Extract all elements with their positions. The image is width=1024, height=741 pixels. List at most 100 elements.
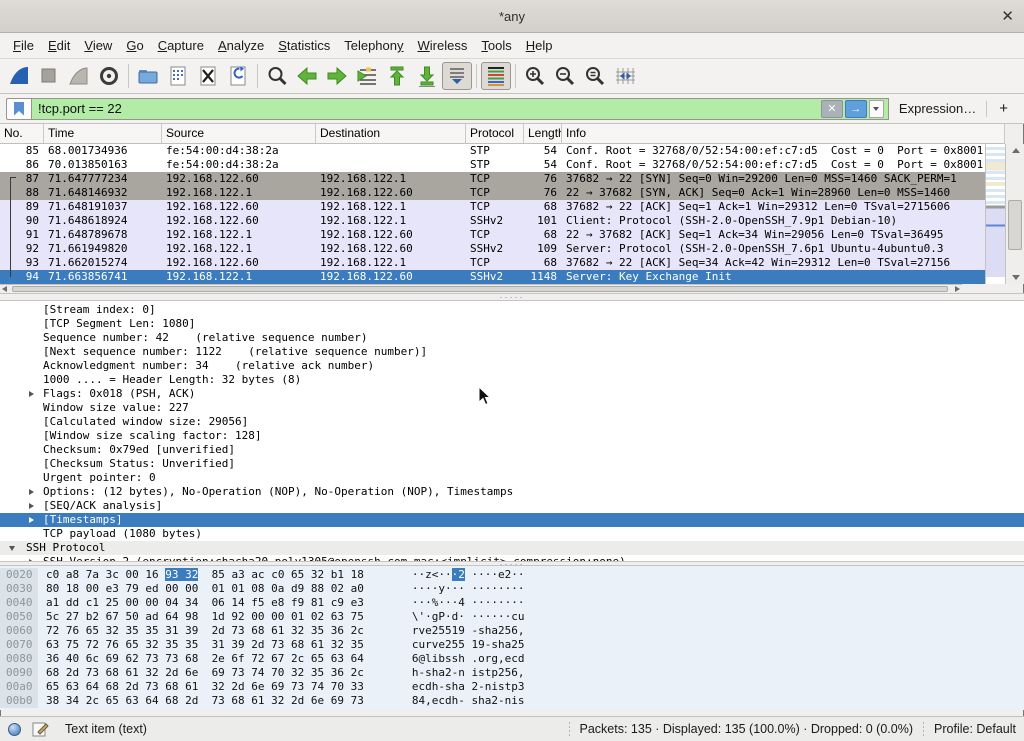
menu-capture[interactable]: Capture <box>151 33 211 59</box>
column-header-destination[interactable]: Destination <box>316 124 466 143</box>
expander-expanded-icon[interactable] <box>9 546 15 551</box>
expander-collapsed-icon[interactable] <box>29 489 34 495</box>
pane-splitter[interactable]: ····· <box>0 293 1024 301</box>
detail-line[interactable]: [Stream index: 0] <box>0 303 1024 317</box>
detail-line-options[interactable]: Options: (12 bytes), No-Operation (NOP),… <box>0 485 1024 499</box>
start-capture-button[interactable] <box>4 62 34 90</box>
packet-row[interactable]: 9171.648789678192.168.122.1192.168.122.6… <box>0 228 985 242</box>
zoom-out-button[interactable] <box>550 62 580 90</box>
close-icon[interactable]: ✕ <box>1001 0 1014 33</box>
packet-list-vscrollbar[interactable] <box>1005 144 1024 284</box>
scroll-right-icon[interactable] <box>955 286 960 292</box>
detail-line[interactable]: Window size value: 227 <box>0 401 1024 415</box>
menu-wireless[interactable]: Wireless <box>411 33 475 59</box>
packet-list-hscrollbar[interactable] <box>0 284 962 293</box>
menu-analyze[interactable]: Analyze <box>211 33 271 59</box>
go-to-packet-button[interactable] <box>352 62 382 90</box>
hex-row[interactable]: 00b038 34 2c 65 63 64 68 2d 73 68 61 32 … <box>0 694 1024 708</box>
hex-row[interactable]: 00a065 63 64 68 2d 73 68 61 32 2d 6e 69 … <box>0 680 1024 694</box>
column-header-length[interactable]: Length <box>524 124 562 143</box>
filter-apply-button[interactable]: → <box>845 100 867 118</box>
detail-line[interactable]: [TCP Segment Len: 1080] <box>0 317 1024 331</box>
go-back-button[interactable] <box>292 62 322 90</box>
menu-edit[interactable]: Edit <box>41 33 77 59</box>
column-header-source[interactable]: Source <box>162 124 316 143</box>
hex-row[interactable]: 00505c 27 b2 67 50 ad 64 98 1d 92 00 00 … <box>0 610 1024 624</box>
detail-line[interactable]: Urgent pointer: 0 <box>0 471 1024 485</box>
expert-info-icon[interactable] <box>8 723 21 736</box>
find-packet-button[interactable] <box>262 62 292 90</box>
zoom-reset-button[interactable] <box>580 62 610 90</box>
packet-map-scrollbar[interactable] <box>985 144 1005 284</box>
stop-capture-button[interactable] <box>34 62 64 90</box>
detail-line[interactable]: 1000 .... = Header Length: 32 bytes (8) <box>0 373 1024 387</box>
scroll-down-icon[interactable] <box>1012 275 1020 280</box>
detail-line[interactable]: [Next sequence number: 1122 (relative se… <box>0 345 1024 359</box>
go-to-top-button[interactable] <box>382 62 412 90</box>
filter-bookmark-button[interactable] <box>6 98 31 120</box>
hscrollbar-thumb[interactable] <box>12 286 948 292</box>
expression-button[interactable]: Expression… <box>889 101 986 116</box>
column-header-protocol[interactable]: Protocol <box>466 124 524 143</box>
vscrollbar-thumb[interactable] <box>1008 200 1022 250</box>
open-file-button[interactable] <box>133 62 163 90</box>
restart-capture-button[interactable] <box>64 62 94 90</box>
packet-row[interactable]: 8568.001734936fe:54:00:d4:38:2aSTP54Conf… <box>0 144 985 158</box>
save-file-button[interactable] <box>163 62 193 90</box>
packet-row[interactable]: 9271.661949820192.168.122.1192.168.122.6… <box>0 242 985 256</box>
zoom-in-button[interactable] <box>520 62 550 90</box>
filter-clear-button[interactable]: ✕ <box>821 100 843 118</box>
column-header-time[interactable]: Time <box>44 124 162 143</box>
packet-row[interactable]: 8871.648146932192.168.122.1192.168.122.6… <box>0 186 985 200</box>
detail-line[interactable]: Sequence number: 42 (relative sequence n… <box>0 331 1024 345</box>
detail-line[interactable]: [Checksum Status: Unverified] <box>0 457 1024 471</box>
detail-line-seqack[interactable]: [SEQ/ACK analysis] <box>0 499 1024 513</box>
hex-row[interactable]: 008036 40 6c 69 62 73 73 68 2e 6f 72 67 … <box>0 652 1024 666</box>
menu-tools[interactable]: Tools <box>474 33 518 59</box>
colorize-toggle[interactable] <box>481 62 511 90</box>
packet-row[interactable]: 8971.648191037192.168.122.60192.168.122.… <box>0 200 985 214</box>
menu-view[interactable]: View <box>77 33 119 59</box>
go-forward-button[interactable] <box>322 62 352 90</box>
capture-options-button[interactable] <box>94 62 124 90</box>
filter-add-button[interactable]: + <box>987 100 1018 117</box>
go-to-bottom-button[interactable] <box>412 62 442 90</box>
title-bar[interactable]: *any ✕ <box>0 0 1024 33</box>
packet-row[interactable]: 8771.647777234192.168.122.60192.168.122.… <box>0 172 985 186</box>
menu-file[interactable]: File <box>6 33 41 59</box>
detail-line-timestamps-selected[interactable]: [Timestamps] <box>0 513 1024 527</box>
profile-text[interactable]: Profile: Default <box>934 722 1016 736</box>
detail-line-ssh-protocol[interactable]: SSH Protocol <box>0 541 1024 555</box>
detail-line[interactable]: [Calculated window size: 29056] <box>0 415 1024 429</box>
detail-line[interactable]: Checksum: 0x79ed [unverified] <box>0 443 1024 457</box>
menu-help[interactable]: Help <box>519 33 560 59</box>
hex-row[interactable]: 0020c0 a8 7a 3c 00 16 93 32 85 a3 ac c0 … <box>0 568 1024 582</box>
packet-row[interactable]: 9071.648618924192.168.122.60192.168.122.… <box>0 214 985 228</box>
detail-line-flags[interactable]: Flags: 0x018 (PSH, ACK) <box>0 387 1024 401</box>
expander-collapsed-icon[interactable] <box>29 517 34 523</box>
close-file-button[interactable] <box>193 62 223 90</box>
detail-line[interactable]: Acknowledgment number: 34 (relative ack … <box>0 359 1024 373</box>
menu-go[interactable]: Go <box>119 33 150 59</box>
hex-row[interactable]: 009068 2d 73 68 61 32 2d 6e 69 73 74 70 … <box>0 666 1024 680</box>
menu-statistics[interactable]: Statistics <box>271 33 337 59</box>
scroll-up-icon[interactable] <box>1012 148 1020 153</box>
expander-collapsed-icon[interactable] <box>29 391 34 397</box>
menu-telephony[interactable]: Telephony <box>337 33 410 59</box>
scroll-left-icon[interactable] <box>2 286 7 292</box>
packet-row-selected[interactable]: 9471.663856741192.168.122.1192.168.122.6… <box>0 270 985 284</box>
filter-dropdown-button[interactable] <box>869 100 884 118</box>
hex-row[interactable]: 0040a1 dd c1 25 00 00 04 34 06 14 f5 e8 … <box>0 596 1024 610</box>
packet-row[interactable]: 8670.013850163fe:54:00:d4:38:2aSTP54Conf… <box>0 158 985 172</box>
hex-row[interactable]: 003080 18 00 e3 79 ed 00 00 01 01 08 0a … <box>0 582 1024 596</box>
detail-line[interactable]: [Window size scaling factor: 128] <box>0 429 1024 443</box>
reload-file-button[interactable] <box>223 62 253 90</box>
detail-line[interactable]: TCP payload (1080 bytes) <box>0 527 1024 541</box>
auto-scroll-toggle[interactable] <box>442 62 472 90</box>
hex-row[interactable]: 006072 76 65 32 35 35 31 39 2d 73 68 61 … <box>0 624 1024 638</box>
hex-row[interactable]: 007063 75 72 76 65 32 35 35 31 39 2d 73 … <box>0 638 1024 652</box>
display-filter-input[interactable]: !tcp.port == 22 ✕ → <box>31 98 889 120</box>
packet-row[interactable]: 9371.662015274192.168.122.60192.168.122.… <box>0 256 985 270</box>
resize-columns-button[interactable] <box>610 62 640 90</box>
column-header-no[interactable]: No. <box>0 124 44 143</box>
